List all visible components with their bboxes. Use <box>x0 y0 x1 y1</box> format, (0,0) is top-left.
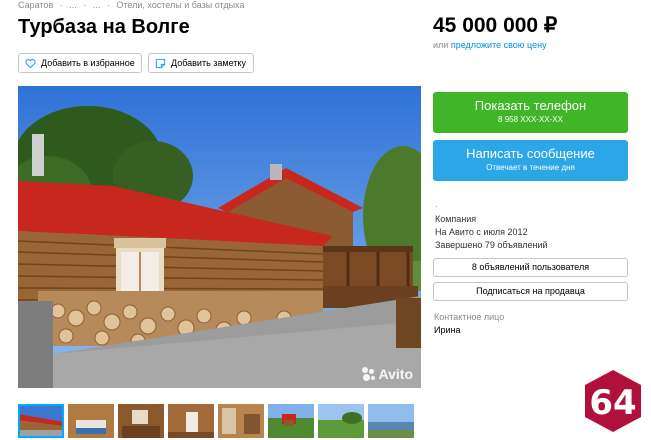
breadcrumb-item[interactable]: ... <box>93 0 101 10</box>
thumbnail[interactable] <box>368 404 414 438</box>
subscribe-seller-button[interactable]: Подписаться на продавца <box>433 282 628 301</box>
contact-name: Ирина <box>434 325 461 335</box>
breadcrumb-item[interactable]: Отели, хостелы и базы отдыха <box>116 0 244 10</box>
seller-completed: Завершено 79 объявлений <box>435 240 548 250</box>
thumbnail[interactable] <box>18 404 64 438</box>
phone-number-masked: 8 958 XXX-XX-XX <box>498 115 563 124</box>
log-house-photo <box>18 86 421 388</box>
heart-icon <box>25 58 36 68</box>
show-phone-button[interactable]: Показать телефон 8 958 XXX-XX-XX <box>433 92 628 133</box>
note-label: Добавить заметку <box>171 58 246 68</box>
response-time: Отвечает в течение дня <box>486 163 575 172</box>
add-note-button[interactable]: Добавить заметку <box>148 53 254 73</box>
logo-64: 64 <box>585 370 641 432</box>
add-to-favorites-button[interactable]: Добавить в избранное <box>18 53 142 73</box>
thumbnail[interactable] <box>118 404 164 438</box>
thumbnail[interactable] <box>268 404 314 438</box>
price-offer-line: или предложите свою цену <box>433 40 547 50</box>
suggest-price-link[interactable]: предложите свою цену <box>451 40 547 50</box>
breadcrumb-separator: · <box>59 0 63 10</box>
seller-type: Компания <box>435 214 477 224</box>
avito-dots-icon <box>361 367 376 381</box>
note-icon <box>155 58 166 68</box>
breadcrumb-item[interactable]: Саратов <box>18 0 53 10</box>
show-phone-label: Показать телефон <box>474 98 587 113</box>
thumbnail[interactable] <box>68 404 114 438</box>
thumbnail[interactable] <box>218 404 264 438</box>
page-title: Турбаза на Волге <box>18 16 190 38</box>
thumbnail[interactable] <box>168 404 214 438</box>
seller-name-placeholder: · <box>435 201 438 211</box>
write-message-button[interactable]: Написать сообщение Отвечает в течение дн… <box>433 140 628 181</box>
main-photo[interactable]: Avito <box>18 86 421 388</box>
thumbnail-strip <box>18 404 414 438</box>
write-message-label: Написать сообщение <box>466 146 595 161</box>
seller-info: · Компания На Авито с июля 2012 Завершен… <box>435 200 548 252</box>
breadcrumb-separator: · <box>83 0 87 10</box>
thumbnail[interactable] <box>318 404 364 438</box>
breadcrumb: Саратов · ... · ... · Отели, хостелы и б… <box>18 0 248 10</box>
breadcrumb-item[interactable]: ... <box>69 0 77 10</box>
contact-label: Контактное лицо <box>434 312 505 322</box>
seller-since: На Авито с июля 2012 <box>435 227 528 237</box>
price-offer-prefix: или <box>433 40 449 50</box>
favorite-label: Добавить в избранное <box>41 58 135 68</box>
price: 45 000 000 ₽ <box>433 14 558 37</box>
seller-ads-button[interactable]: 8 объявлений пользователя <box>433 258 628 277</box>
breadcrumb-separator: · <box>106 0 110 10</box>
avito-watermark: Avito <box>361 366 413 382</box>
logo-64-text: 64 <box>589 383 636 423</box>
watermark-text: Avito <box>378 366 413 382</box>
